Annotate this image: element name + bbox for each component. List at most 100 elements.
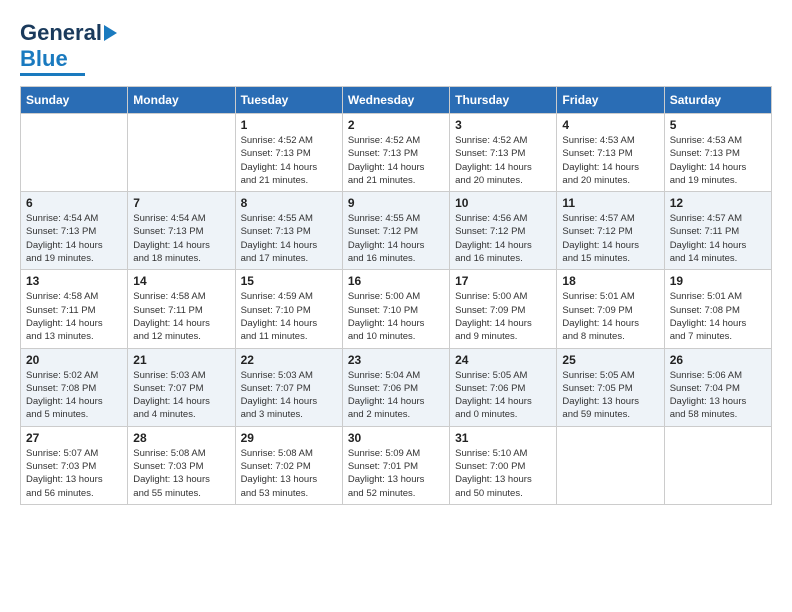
day-number: 19 xyxy=(670,274,766,288)
cell-content: Sunrise: 4:57 AMSunset: 7:12 PMDaylight:… xyxy=(562,212,658,265)
calendar-cell: 25 Sunrise: 5:05 AMSunset: 7:05 PMDayligh… xyxy=(557,348,664,426)
cell-content: Sunrise: 4:58 AMSunset: 7:11 PMDaylight:… xyxy=(133,290,229,343)
day-number: 18 xyxy=(562,274,658,288)
day-number: 8 xyxy=(241,196,337,210)
calendar-cell: 24 Sunrise: 5:05 AMSunset: 7:06 PMDayligh… xyxy=(450,348,557,426)
day-number: 25 xyxy=(562,353,658,367)
cell-content: Sunrise: 5:08 AMSunset: 7:03 PMDaylight:… xyxy=(133,447,229,500)
cell-content: Sunrise: 5:06 AMSunset: 7:04 PMDaylight:… xyxy=(670,369,766,422)
cell-content: Sunrise: 4:52 AMSunset: 7:13 PMDaylight:… xyxy=(348,134,444,187)
calendar-cell: 16Sunrise: 5:00 AMSunset: 7:10 PMDayligh… xyxy=(342,270,449,348)
calendar-cell: 9Sunrise: 4:55 AMSunset: 7:12 PMDaylight… xyxy=(342,192,449,270)
header-monday: Monday xyxy=(128,87,235,114)
calendar-cell: 23Sunrise: 5:04 AMSunset: 7:06 PMDayligh… xyxy=(342,348,449,426)
calendar-cell: 8 Sunrise: 4:55 AMSunset: 7:13 PMDaylight… xyxy=(235,192,342,270)
header-saturday: Saturday xyxy=(664,87,771,114)
day-number: 28 xyxy=(133,431,229,445)
calendar-cell: 6 Sunrise: 4:54 AMSunset: 7:13 PMDaylight… xyxy=(21,192,128,270)
day-number: 30 xyxy=(348,431,444,445)
logo-general-text: General xyxy=(20,20,102,46)
day-number: 5 xyxy=(670,118,766,132)
logo-arrow-icon xyxy=(104,25,117,41)
calendar-cell xyxy=(664,426,771,504)
day-number: 2 xyxy=(348,118,444,132)
day-number: 24 xyxy=(455,353,551,367)
calendar-cell: 5 Sunrise: 4:53 AMSunset: 7:13 PMDaylight… xyxy=(664,114,771,192)
calendar-cell: 18 Sunrise: 5:01 AMSunset: 7:09 PMDayligh… xyxy=(557,270,664,348)
calendar-cell: 31 Sunrise: 5:10 AMSunset: 7:00 PMDayligh… xyxy=(450,426,557,504)
cell-content: Sunrise: 5:03 AMSunset: 7:07 PMDaylight:… xyxy=(133,369,229,422)
header-wednesday: Wednesday xyxy=(342,87,449,114)
day-number: 6 xyxy=(26,196,122,210)
cell-content: Sunrise: 5:00 AMSunset: 7:09 PMDaylight:… xyxy=(455,290,551,343)
day-number: 22 xyxy=(241,353,337,367)
page-header: General Blue xyxy=(20,20,772,76)
calendar-week-row: 13 Sunrise: 4:58 AMSunset: 7:11 PMDayligh… xyxy=(21,270,772,348)
calendar-cell: 13Sunrise: 4:58 AMSunset: 7:11 PMDayligh… xyxy=(21,270,128,348)
cell-content: Sunrise: 5:01 AMSunset: 7:08 PMDaylight:… xyxy=(670,290,766,343)
day-number: 1 xyxy=(241,118,337,132)
cell-content: Sunrise: 4:55 AMSunset: 7:12 PMDaylight:… xyxy=(348,212,444,265)
calendar-week-row: 20 Sunrise: 5:02 AMSunset: 7:08 PMDayligh… xyxy=(21,348,772,426)
calendar-cell: 7 Sunrise: 4:54 AMSunset: 7:13 PMDaylight… xyxy=(128,192,235,270)
calendar-cell: 11 Sunrise: 4:57 AMSunset: 7:12 PMDayligh… xyxy=(557,192,664,270)
cell-content: Sunrise: 4:59 AMSunset: 7:10 PMDaylight:… xyxy=(241,290,337,343)
cell-content: Sunrise: 4:54 AMSunset: 7:13 PMDaylight:… xyxy=(133,212,229,265)
calendar-cell: 4Sunrise: 4:53 AMSunset: 7:13 PMDaylight… xyxy=(557,114,664,192)
calendar-cell: 12Sunrise: 4:57 AMSunset: 7:11 PMDayligh… xyxy=(664,192,771,270)
logo: General Blue xyxy=(20,20,117,76)
header-tuesday: Tuesday xyxy=(235,87,342,114)
calendar-cell: 29Sunrise: 5:08 AMSunset: 7:02 PMDayligh… xyxy=(235,426,342,504)
header-friday: Friday xyxy=(557,87,664,114)
calendar-cell: 2 Sunrise: 4:52 AMSunset: 7:13 PMDaylight… xyxy=(342,114,449,192)
cell-content: Sunrise: 5:07 AMSunset: 7:03 PMDaylight:… xyxy=(26,447,122,500)
cell-content: Sunrise: 4:54 AMSunset: 7:13 PMDaylight:… xyxy=(26,212,122,265)
calendar-cell: 20 Sunrise: 5:02 AMSunset: 7:08 PMDayligh… xyxy=(21,348,128,426)
calendar-cell: 1Sunrise: 4:52 AMSunset: 7:13 PMDaylight… xyxy=(235,114,342,192)
cell-content: Sunrise: 5:01 AMSunset: 7:09 PMDaylight:… xyxy=(562,290,658,343)
calendar-cell xyxy=(557,426,664,504)
calendar-cell: 22 Sunrise: 5:03 AMSunset: 7:07 PMDayligh… xyxy=(235,348,342,426)
cell-content: Sunrise: 5:05 AMSunset: 7:06 PMDaylight:… xyxy=(455,369,551,422)
day-number: 21 xyxy=(133,353,229,367)
day-number: 3 xyxy=(455,118,551,132)
cell-content: Sunrise: 4:55 AMSunset: 7:13 PMDaylight:… xyxy=(241,212,337,265)
cell-content: Sunrise: 5:03 AMSunset: 7:07 PMDaylight:… xyxy=(241,369,337,422)
calendar-cell xyxy=(128,114,235,192)
day-number: 17 xyxy=(455,274,551,288)
calendar-cell: 15 Sunrise: 4:59 AMSunset: 7:10 PMDayligh… xyxy=(235,270,342,348)
cell-content: Sunrise: 4:52 AMSunset: 7:13 PMDaylight:… xyxy=(455,134,551,187)
calendar-table: SundayMondayTuesdayWednesdayThursdayFrid… xyxy=(20,86,772,505)
calendar-cell: 27Sunrise: 5:07 AMSunset: 7:03 PMDayligh… xyxy=(21,426,128,504)
day-number: 29 xyxy=(241,431,337,445)
day-number: 16 xyxy=(348,274,444,288)
day-number: 31 xyxy=(455,431,551,445)
cell-content: Sunrise: 5:09 AMSunset: 7:01 PMDaylight:… xyxy=(348,447,444,500)
calendar-cell: 28 Sunrise: 5:08 AMSunset: 7:03 PMDayligh… xyxy=(128,426,235,504)
calendar-cell: 3 Sunrise: 4:52 AMSunset: 7:13 PMDaylight… xyxy=(450,114,557,192)
calendar-cell: 17 Sunrise: 5:00 AMSunset: 7:09 PMDayligh… xyxy=(450,270,557,348)
day-number: 4 xyxy=(562,118,658,132)
cell-content: Sunrise: 4:53 AMSunset: 7:13 PMDaylight:… xyxy=(670,134,766,187)
day-number: 23 xyxy=(348,353,444,367)
day-number: 12 xyxy=(670,196,766,210)
cell-content: Sunrise: 5:10 AMSunset: 7:00 PMDaylight:… xyxy=(455,447,551,500)
header-sunday: Sunday xyxy=(21,87,128,114)
day-number: 11 xyxy=(562,196,658,210)
header-thursday: Thursday xyxy=(450,87,557,114)
day-number: 7 xyxy=(133,196,229,210)
calendar-cell: 30 Sunrise: 5:09 AMSunset: 7:01 PMDayligh… xyxy=(342,426,449,504)
logo-underline xyxy=(20,73,85,76)
day-number: 13 xyxy=(26,274,122,288)
cell-content: Sunrise: 5:05 AMSunset: 7:05 PMDaylight:… xyxy=(562,369,658,422)
day-number: 10 xyxy=(455,196,551,210)
calendar-week-row: 6 Sunrise: 4:54 AMSunset: 7:13 PMDaylight… xyxy=(21,192,772,270)
day-number: 26 xyxy=(670,353,766,367)
calendar-cell: 14Sunrise: 4:58 AMSunset: 7:11 PMDayligh… xyxy=(128,270,235,348)
calendar-cell xyxy=(21,114,128,192)
cell-content: Sunrise: 5:02 AMSunset: 7:08 PMDaylight:… xyxy=(26,369,122,422)
day-number: 20 xyxy=(26,353,122,367)
day-number: 15 xyxy=(241,274,337,288)
cell-content: Sunrise: 4:56 AMSunset: 7:12 PMDaylight:… xyxy=(455,212,551,265)
logo-blue-text: Blue xyxy=(20,46,68,72)
